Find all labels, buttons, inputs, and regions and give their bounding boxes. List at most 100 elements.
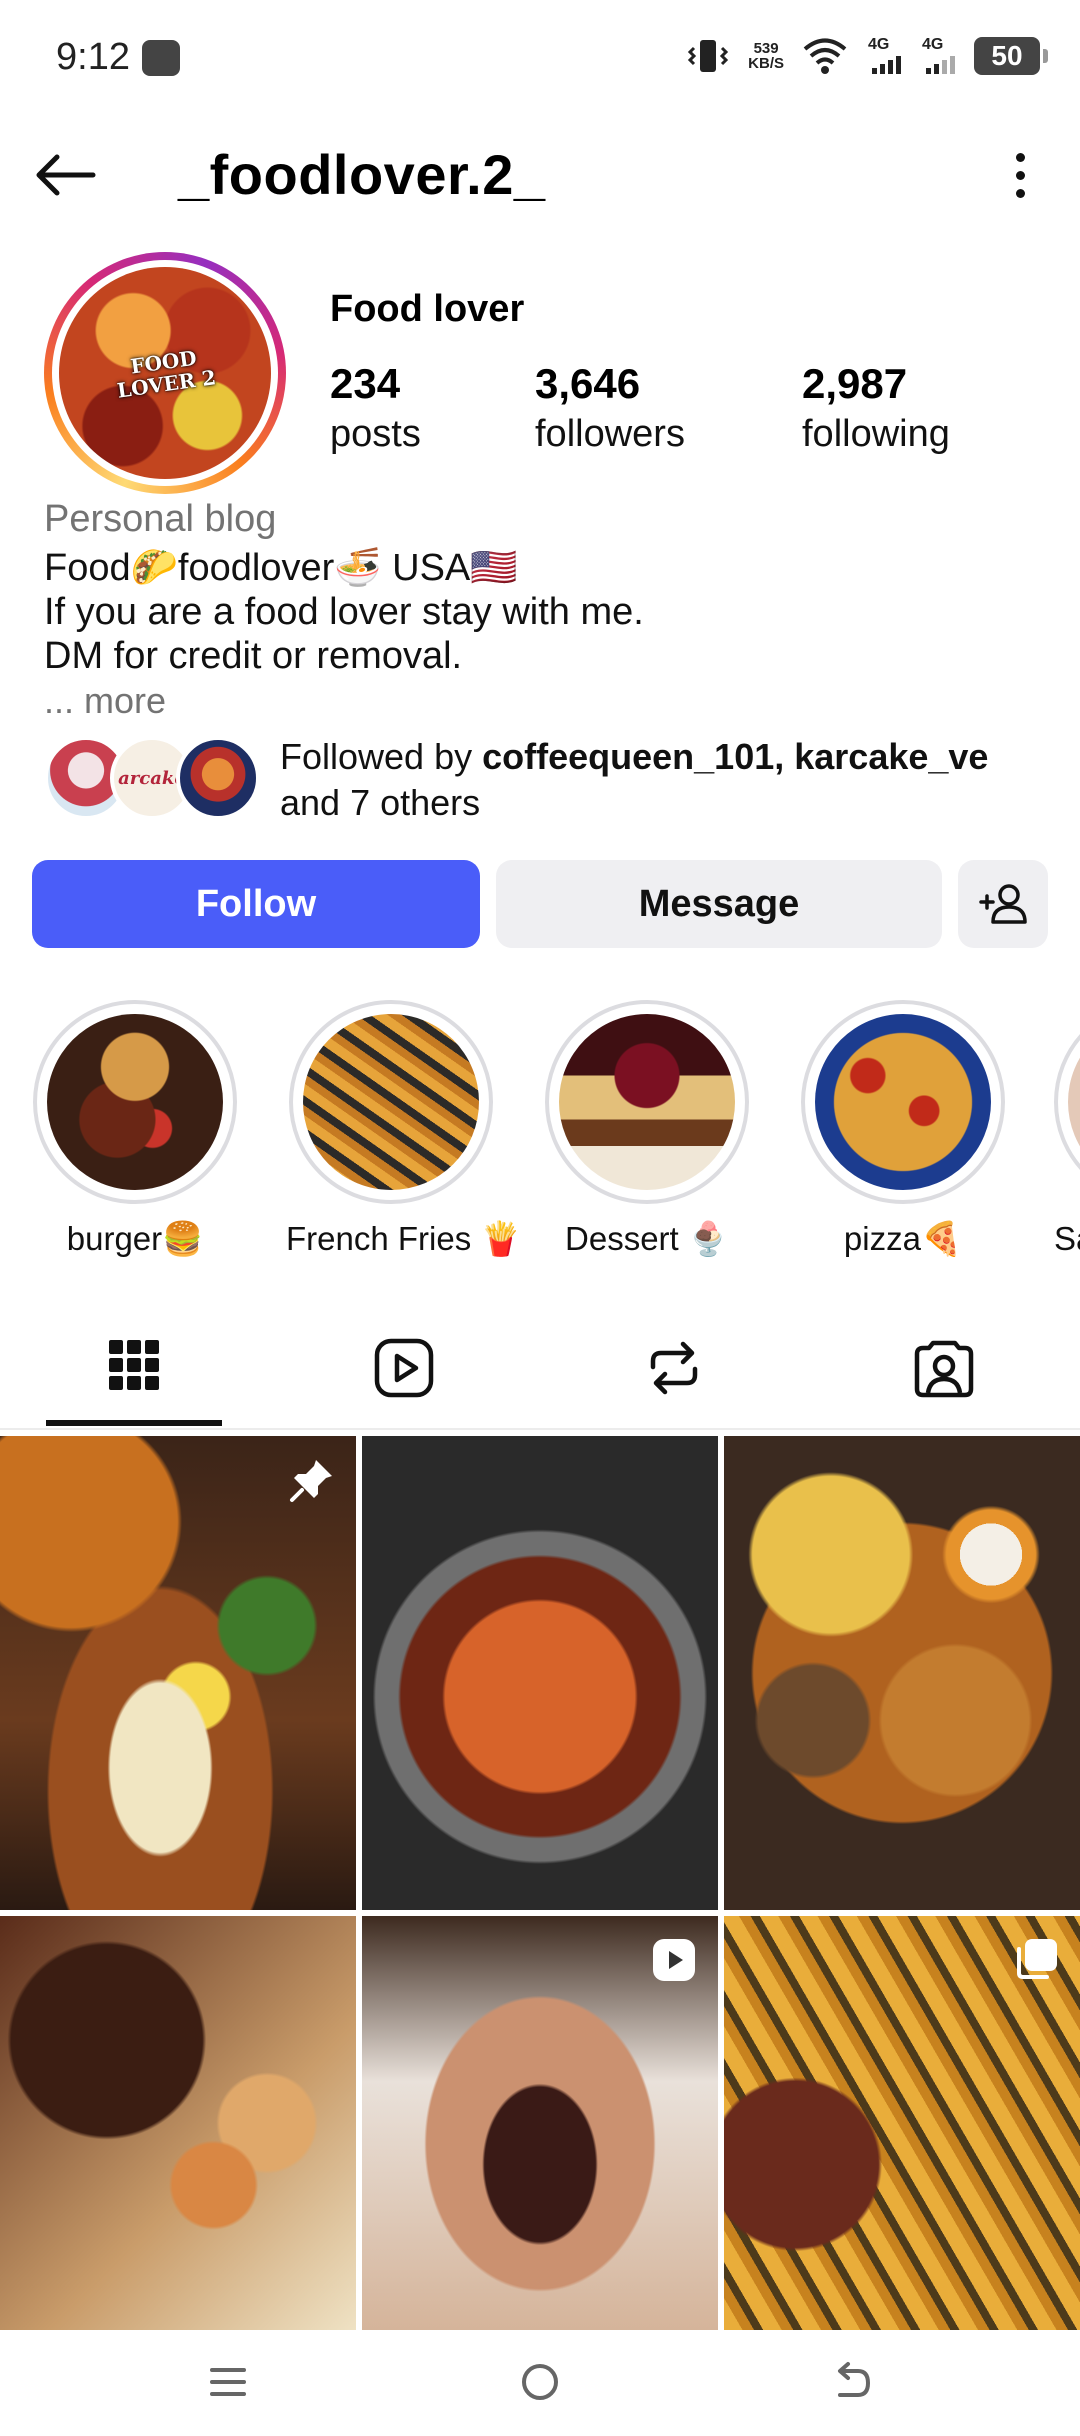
followed-by-names: coffeequeen_101, karcake_ve [482,736,989,777]
highlight-cover [47,1014,223,1190]
highlight-pizza[interactable]: pizza🍕 [798,1000,1008,1259]
kebab-dot-icon [1015,188,1025,198]
post-thumbnail[interactable] [362,1916,718,2330]
network-speed-value: 539 [753,40,779,57]
post-thumbnail[interactable] [0,1916,356,2330]
follow-button[interactable]: Follow [32,860,480,948]
cellular-signal-2-icon: 4G [920,36,956,76]
profile-bio: Food🌮foodlover🍜 USA🇺🇸 If you are a food … [44,546,1044,678]
post-thumbnail[interactable] [0,1436,356,1910]
avatar-logo-text: FOOD LOVER 2 [113,344,218,403]
reel-icon [653,1939,695,1981]
tab-reposts[interactable] [586,1310,762,1426]
battery-level: 50 [991,40,1023,71]
highlight-label: French Fries 🍟 [286,1220,522,1257]
highlight-ring [1054,1000,1080,1204]
followers-label: followers [535,413,685,455]
post-thumbnail[interactable] [362,1436,718,1910]
cellular-signal-1-icon: 4G [866,36,902,76]
kebab-dot-icon [1015,170,1025,180]
wifi-icon [803,38,847,74]
posts-grid [0,1436,1080,2330]
highlight-ring [289,1000,493,1204]
carousel-badge [1008,1932,1064,1988]
story-highlights: burger🍔 French Fries 🍟 Dessert 🍨 pizza🍕 … [0,1000,1080,1260]
highlight-label: burger🍔 [66,1220,204,1257]
home-circle-icon [522,2364,558,2400]
arrow-left-icon [36,154,96,196]
add-user-icon [979,884,1027,924]
avatar-border: FOOD LOVER 2 [52,260,278,486]
network-type-1: 4G [868,36,890,53]
avatar-image: FOOD LOVER 2 [59,267,271,479]
profile-header: _foodlover.2_ [0,130,1080,222]
profile-tabs [0,1310,1080,1430]
mutual-avatar [176,736,260,820]
tab-posts-grid[interactable] [46,1310,222,1426]
profile-username: _foodlover.2_ [178,143,546,206]
following-stat[interactable]: 2,987 following [802,358,950,458]
highlight-cover [559,1014,735,1190]
reel-badge [646,1932,702,1988]
status-bar: 9:12 539 KB/S 4G 4G 50 [0,0,1080,110]
profile-avatar[interactable]: FOOD LOVER 2 [44,252,286,494]
following-count: 2,987 [802,360,908,407]
back-arrow-icon [838,2362,871,2397]
posts-stat[interactable]: 234 posts [330,358,421,458]
system-back-button[interactable] [812,2352,892,2412]
profile-category: Personal blog [44,498,277,540]
bio-more-link[interactable]: ... more [44,680,166,722]
battery-indicator: 50 [974,37,1048,75]
post-thumbnail[interactable] [724,1916,1080,2330]
back-button[interactable] [30,140,100,210]
bio-line: Food🌮foodlover🍜 USA🇺🇸 [44,547,518,589]
tab-tagged[interactable] [856,1310,1032,1426]
kebab-dot-icon [1015,152,1025,162]
status-icons: 539 KB/S 4G 4G 50 [686,34,1048,78]
mutual-followers-text[interactable]: Followed by coffeequeen_101, karcake_ve … [280,734,1060,826]
network-speed-unit: KB/S [748,55,784,72]
highlight-ring [33,1000,237,1204]
repost-icon [650,1341,698,1395]
followers-stat[interactable]: 3,646 followers [535,358,685,458]
carousel-icon [1017,1939,1057,1979]
home-button[interactable] [500,2352,580,2412]
message-button[interactable]: Message [496,860,942,948]
highlight-dessert[interactable]: Dessert 🍨 [542,1000,752,1259]
highlight-ring [545,1000,749,1204]
network-type-2: 4G [922,36,944,53]
system-navigation-bar [0,2330,1080,2436]
followers-count: 3,646 [535,360,641,407]
display-name: Food lover [330,288,525,330]
bio-line: If you are a food lover stay with me. [44,591,644,633]
highlight-ring [801,1000,1005,1204]
grid-icon [109,1340,159,1390]
bio-line: DM for credit or removal. [44,635,463,677]
highlight-partial[interactable]: Sa [1054,1000,1080,1258]
app-notification-icon [142,40,180,76]
highlight-french-fries[interactable]: French Fries 🍟 [286,1000,522,1259]
post-thumbnail[interactable] [724,1436,1080,1910]
more-options-button[interactable] [990,140,1050,210]
status-time: 9:12 [56,36,130,78]
mutual-followers-avatars[interactable]: arcake [44,736,264,822]
pin-icon [290,1460,332,1502]
highlight-cover [1068,1014,1080,1190]
posts-count: 234 [330,360,401,407]
highlight-burger[interactable]: burger🍔 [30,1000,240,1259]
followed-by-prefix: Followed by [280,736,483,777]
tab-reels[interactable] [316,1310,492,1426]
highlight-label: Sa [1054,1220,1080,1257]
highlight-cover [303,1014,479,1190]
reels-icon [374,1338,434,1398]
network-speed: 539 KB/S [748,41,784,71]
menu-icon [210,2368,246,2396]
highlight-label: pizza🍕 [843,1220,963,1257]
posts-label: posts [330,413,421,455]
highlight-cover [815,1014,991,1190]
suggested-users-button[interactable] [958,860,1048,948]
recent-apps-button[interactable] [188,2352,268,2412]
followed-by-suffix: and 7 others [280,782,481,823]
highlight-label: Dessert 🍨 [565,1220,729,1257]
following-label: following [802,413,950,455]
